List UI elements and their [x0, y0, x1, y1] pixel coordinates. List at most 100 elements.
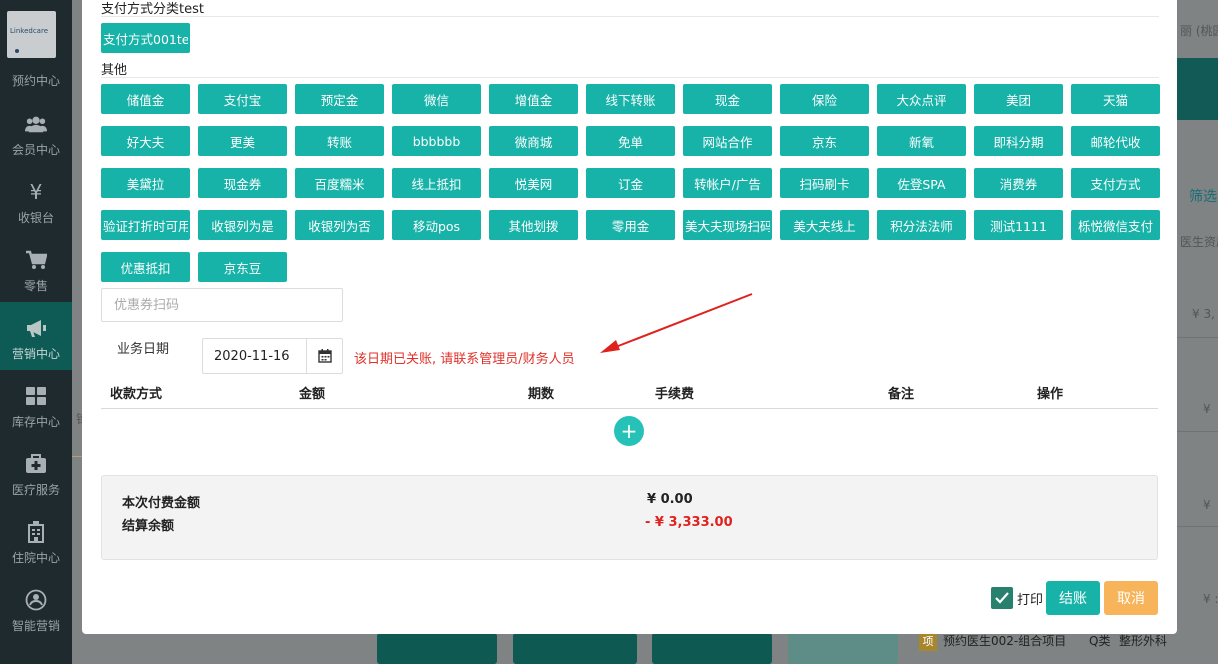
settle-button[interactable]: 结账: [1046, 581, 1100, 615]
sidebar-item-label: 医疗服务: [11, 483, 60, 497]
category-title: 支付方式分类test: [101, 2, 204, 17]
payment-method-button[interactable]: 好大夫: [101, 126, 190, 156]
payment-method-button[interactable]: 免单: [586, 126, 675, 156]
cart-icon: [25, 249, 47, 271]
add-payment-row-button[interactable]: +: [614, 416, 644, 446]
business-date-value[interactable]: 2020-11-16: [203, 339, 306, 373]
sidebar-item-label: 零售: [23, 279, 48, 293]
payment-method-button[interactable]: 支付宝: [198, 84, 287, 114]
row-divider: [1177, 337, 1218, 338]
payment-method-button[interactable]: 美黛拉: [101, 168, 190, 198]
payment-method-button[interactable]: 悦美网: [489, 168, 578, 198]
calendar-icon[interactable]: [306, 339, 342, 373]
payment-method-button[interactable]: 保险: [780, 84, 869, 114]
background-button: [513, 633, 637, 664]
sidebar-item-marketing[interactable]: 营销中心: [0, 302, 72, 370]
payment-method-button[interactable]: 消费券: [974, 168, 1063, 198]
print-option[interactable]: 打印: [991, 587, 1043, 609]
table-header-amount: 金额: [299, 387, 326, 402]
smart-marketing-icon: [25, 589, 47, 611]
background-button: [377, 633, 497, 664]
payment-method-button[interactable]: 增值金: [489, 84, 578, 114]
payment-summary: 本次付费金额 ¥ 0.00 结算余额 - ¥ 3,333.00: [101, 475, 1158, 560]
members-icon: [25, 113, 47, 135]
store-name: 丽 (桃园: [1180, 24, 1218, 38]
business-date-picker[interactable]: 2020-11-16: [202, 338, 343, 374]
payment-method-button[interactable]: 天猫: [1071, 84, 1160, 114]
payment-method-button[interactable]: 其他划拨: [489, 210, 578, 240]
sidebar-item-smart-marketing[interactable]: 智能营销: [0, 574, 72, 642]
sidebar-item-inventory[interactable]: 库存中心: [0, 370, 72, 438]
payment-method-button[interactable]: 预定金: [295, 84, 384, 114]
sidebar-item-retail[interactable]: 零售: [0, 234, 72, 302]
payment-method-button[interactable]: 储值金: [101, 84, 190, 114]
date-closed-warning: 该日期已关账, 请联系管理员/财务人员: [354, 352, 575, 367]
divider: [101, 77, 1159, 78]
pay-amount-value: ¥ 0.00: [647, 492, 693, 507]
payment-method-button[interactable]: 扫码刷卡: [780, 168, 869, 198]
payment-method-button[interactable]: 支付方式001test: [101, 23, 190, 53]
payment-method-button[interactable]: 验证打折时可用: [101, 210, 190, 240]
payment-method-button[interactable]: 百度糯米: [295, 168, 384, 198]
payment-method-button[interactable]: 优惠抵扣: [101, 252, 190, 282]
payment-method-button[interactable]: 微信: [392, 84, 481, 114]
sidebar-item-medical[interactable]: 医疗服务: [0, 438, 72, 506]
payment-method-button[interactable]: 现金券: [198, 168, 287, 198]
other-title: 其他: [101, 63, 128, 78]
grid-icon: [25, 385, 47, 407]
payment-method-button[interactable]: 转账: [295, 126, 384, 156]
pay-amount-label: 本次付费金额: [122, 496, 201, 511]
row-badge: 项: [919, 633, 937, 651]
sidebar-item-label: 智能营销: [11, 619, 60, 633]
payment-method-button[interactable]: 京东: [780, 126, 869, 156]
payment-method-button[interactable]: 邮轮代收: [1071, 126, 1160, 156]
payment-method-button[interactable]: 网站合作: [683, 126, 772, 156]
payment-method-button[interactable]: 现金: [683, 84, 772, 114]
payment-method-button[interactable]: 零用金: [586, 210, 675, 240]
amount-cell: ¥ 3,: [1192, 307, 1215, 321]
payment-method-button[interactable]: 更美: [198, 126, 287, 156]
payment-method-button[interactable]: 测试1111: [974, 210, 1063, 240]
payment-method-button[interactable]: 佐登SPA: [877, 168, 966, 198]
sidebar-item-cashier[interactable]: ¥ 收银台: [0, 166, 72, 234]
sidebar-item-inpatient[interactable]: 住院中心: [0, 506, 72, 574]
amount-cell: ¥: [1203, 498, 1211, 512]
payment-method-button[interactable]: 线上抵扣: [392, 168, 481, 198]
payment-method-button[interactable]: 移动pos: [392, 210, 481, 240]
logo: Linkedcare: [7, 11, 56, 58]
payment-method-button[interactable]: 即科分期: [974, 126, 1063, 156]
filter-link[interactable]: 筛选: [1189, 186, 1217, 206]
payment-method-button[interactable]: 美大夫现场扫码: [683, 210, 772, 240]
payment-method-button[interactable]: 支付方式: [1071, 168, 1160, 198]
sidebar-item-appointment[interactable]: 预约中心: [0, 72, 72, 89]
business-date-label: 业务日期: [117, 342, 170, 357]
amount-cell: ¥ :: [1203, 592, 1218, 606]
payment-method-button[interactable]: 美大夫线上: [780, 210, 869, 240]
sidebar-item-members[interactable]: 会员中心: [0, 98, 72, 166]
payment-method-button[interactable]: 订金: [586, 168, 675, 198]
coupon-scan-input[interactable]: [101, 288, 343, 322]
payment-method-button[interactable]: bbbbbb: [392, 126, 481, 156]
payment-method-button[interactable]: 收银列为否: [295, 210, 384, 240]
payment-method-button[interactable]: 线下转账: [586, 84, 675, 114]
payment-method-button[interactable]: 积分法法师: [877, 210, 966, 240]
payment-method-button[interactable]: 美团: [974, 84, 1063, 114]
sidebar-item-label: 营销中心: [11, 347, 60, 361]
cancel-button[interactable]: 取消: [1104, 581, 1158, 615]
payment-method-button[interactable]: 栎悦微信支付: [1071, 210, 1160, 240]
amount-cell: ¥: [1203, 402, 1211, 416]
payment-method-button[interactable]: 京东豆: [198, 252, 287, 282]
header-band: [1177, 58, 1218, 120]
check-icon: [995, 592, 1009, 604]
column-header: 医生资质: [1180, 235, 1218, 249]
print-checkbox[interactable]: [991, 587, 1013, 609]
payment-method-button[interactable]: 微商城: [489, 126, 578, 156]
background-button: [652, 633, 772, 664]
payment-method-button[interactable]: 转帐户/广告: [683, 168, 772, 198]
sidebar-item-label: 住院中心: [11, 551, 60, 565]
payment-method-button[interactable]: 新氧: [877, 126, 966, 156]
payment-method-button[interactable]: 收银列为是: [198, 210, 287, 240]
payment-method-button[interactable]: 大众点评: [877, 84, 966, 114]
sidebar: Linkedcare 预约中心 会员中心 ¥ 收银台 零售 营销中心 库存中心: [0, 0, 72, 664]
sidebar-item-label: 预约中心: [11, 74, 60, 88]
